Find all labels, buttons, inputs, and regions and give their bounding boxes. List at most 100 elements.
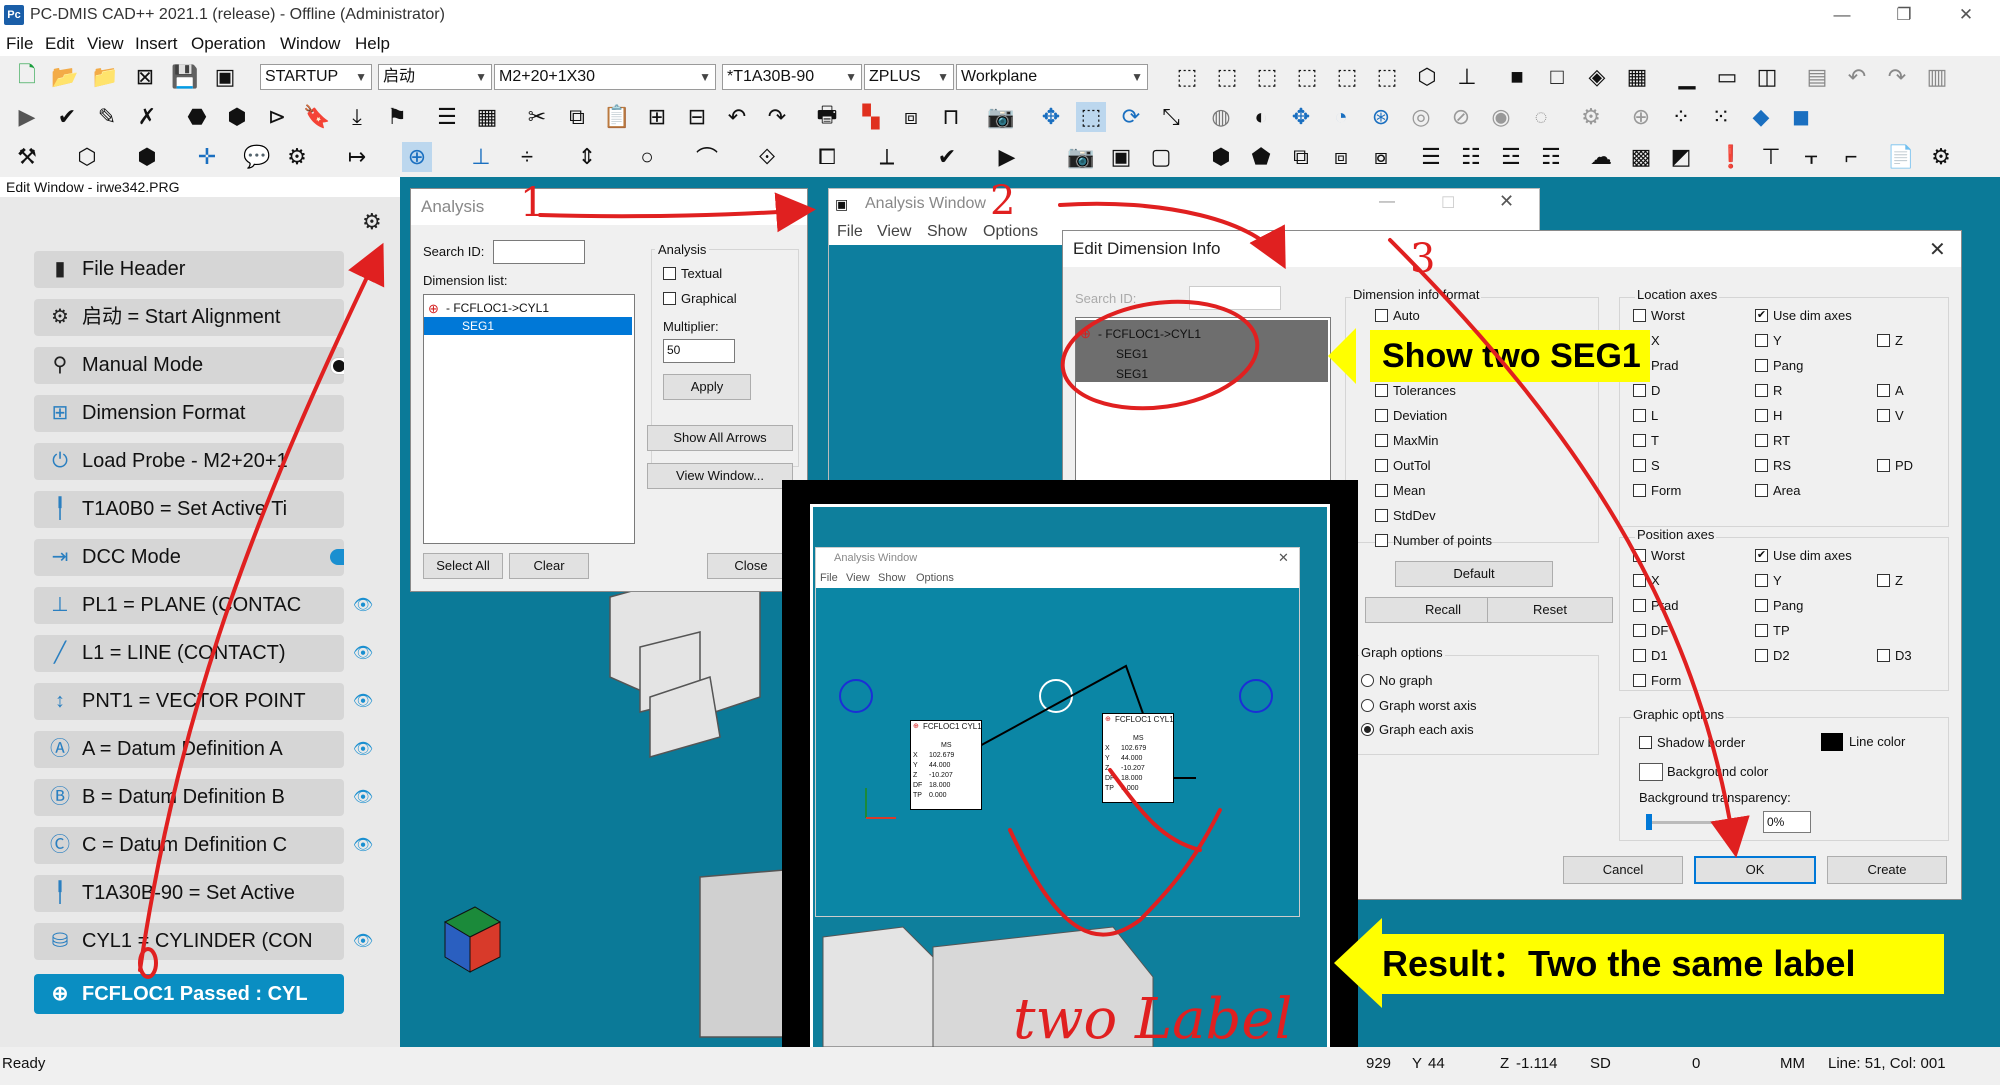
pin-icon[interactable]: ⊓ xyxy=(936,102,966,132)
minimize-icon[interactable]: — xyxy=(1379,193,1395,211)
wrench-icon[interactable]: ⚒ xyxy=(12,142,42,172)
graph-each-axis-radio[interactable] xyxy=(1361,723,1374,736)
move-icon[interactable]: ✥ xyxy=(1286,102,1316,132)
crosshair-icon[interactable]: ✛ xyxy=(192,142,222,172)
axis-checkbox[interactable] xyxy=(1877,334,1890,347)
section-icon[interactable]: ◩ xyxy=(1666,142,1696,172)
axis-checkbox[interactable] xyxy=(1633,459,1646,472)
tree-parent[interactable]: - FCFLOC1->CYL1 xyxy=(1098,324,1201,344)
stack-edit-icon[interactable]: ☷ xyxy=(1456,142,1486,172)
gears-icon[interactable]: ⚙ xyxy=(282,142,312,172)
tile-icon[interactable]: ▥ xyxy=(1922,62,1952,92)
aw-menu-view[interactable]: View xyxy=(877,223,911,241)
target-icon[interactable]: ⊕ xyxy=(1626,102,1656,132)
probe-change-icon[interactable]: ⬡ xyxy=(72,142,102,172)
arrow-right-icon[interactable]: ↦ xyxy=(342,142,372,172)
axis-checkbox[interactable] xyxy=(1755,599,1768,612)
no-graph-radio[interactable] xyxy=(1361,674,1374,687)
multiplier-input[interactable]: 50 xyxy=(663,339,735,363)
background-color-swatch[interactable] xyxy=(1639,763,1663,781)
axis-checkbox[interactable] xyxy=(1633,624,1646,637)
cube-view-icon[interactable]: ⬚ xyxy=(1292,62,1322,92)
stack-chart-icon[interactable]: ☶ xyxy=(1536,142,1566,172)
solid-part-icon[interactable]: ⬢ xyxy=(1206,142,1236,172)
color-icon[interactable]: ▚ xyxy=(856,102,886,132)
eye-icon[interactable]: 👁 xyxy=(352,835,374,857)
redo-view-icon[interactable]: ↷ xyxy=(1882,62,1912,92)
tree-child-seg1-second[interactable]: SEG1 xyxy=(1116,364,1148,384)
menu-help[interactable]: Help xyxy=(355,34,390,54)
mesh-icon[interactable]: ▩ xyxy=(1626,142,1656,172)
probe-down-icon[interactable]: ⊥ xyxy=(1452,62,1482,92)
inset-menu-options[interactable]: Options xyxy=(916,572,954,584)
solid-cube-icon[interactable]: ■ xyxy=(1502,62,1532,92)
part-copy-icon[interactable]: ⧉ xyxy=(1286,142,1316,172)
snapshot-icon[interactable]: 📷 xyxy=(1066,142,1096,172)
edit-item-cylinder[interactable]: ⛁ CYL1 = CYLINDER (CON xyxy=(34,923,344,960)
menu-insert[interactable]: Insert xyxy=(135,34,178,54)
hit-icon[interactable]: ◌ xyxy=(1526,102,1556,132)
clamp-icon[interactable]: ⊤ xyxy=(1756,142,1786,172)
eye-icon[interactable]: 👁 xyxy=(352,643,374,665)
search-id-input[interactable] xyxy=(493,240,585,264)
exclamation-icon[interactable]: ❗ xyxy=(1716,142,1746,172)
workplane-combo[interactable]: Workplane ▼ xyxy=(956,64,1148,90)
globe-icon[interactable]: ◐ xyxy=(1246,102,1276,132)
outtol-checkbox[interactable] xyxy=(1375,459,1388,472)
aw-menu-show[interactable]: Show xyxy=(927,223,967,241)
edit-item-start-alignment[interactable]: ⚙ 启动 = Start Alignment xyxy=(34,299,344,336)
axis-checkbox[interactable] xyxy=(1755,484,1768,497)
cloud-op-icon[interactable]: ⁙ xyxy=(1706,102,1736,132)
line-color-swatch[interactable] xyxy=(1821,733,1843,751)
minimize-view-icon[interactable]: ▁ xyxy=(1672,62,1702,92)
check-mark-icon[interactable]: ✔ xyxy=(932,142,962,172)
edit-item-set-active-tip-1[interactable]: ╿ T1A0B0 = Set Active Ti xyxy=(34,491,344,528)
paste-special-icon[interactable]: ⊞ xyxy=(642,102,672,132)
transparency-input[interactable]: 0% xyxy=(1763,811,1811,833)
cube-view-icon[interactable]: ⬚ xyxy=(1172,62,1202,92)
edit-item-set-active-tip-2[interactable]: ╿ T1A30B-90 = Set Active xyxy=(34,875,344,912)
fixture-icon[interactable]: ⫟ xyxy=(1796,142,1826,172)
paste-icon[interactable]: 📋 xyxy=(602,102,632,132)
graphical-checkbox[interactable] xyxy=(663,292,676,305)
report-icon[interactable]: 📄 xyxy=(1886,142,1916,172)
restore-button[interactable]: ❐ xyxy=(1882,2,1926,28)
sphere-icon[interactable]: ◍ xyxy=(1206,102,1236,132)
manual-mode-toggle[interactable] xyxy=(330,357,344,375)
set-icon[interactable]: ⧠ xyxy=(812,142,842,172)
restore-view-icon[interactable]: ◫ xyxy=(1752,62,1782,92)
number-of-points-checkbox[interactable] xyxy=(1375,534,1388,547)
divide-icon[interactable]: ÷ xyxy=(512,142,542,172)
undo-icon[interactable]: ↶ xyxy=(722,102,752,132)
show-all-arrows-button[interactable]: Show All Arrows xyxy=(647,425,793,451)
translate-icon[interactable]: ✥ xyxy=(1036,102,1066,132)
list-icon[interactable]: ☰ xyxy=(432,102,462,132)
undo-view-icon[interactable]: ↶ xyxy=(1842,62,1872,92)
arc-icon[interactable]: ⌒ xyxy=(692,142,722,172)
mean-checkbox[interactable] xyxy=(1375,484,1388,497)
axis-checkbox[interactable]: ✔ xyxy=(1755,309,1768,322)
gear-icon[interactable]: ⚙ xyxy=(362,209,382,235)
textual-checkbox[interactable] xyxy=(663,267,676,280)
dimension-icon[interactable]: ⟂ xyxy=(872,142,902,172)
dimension-list[interactable]: ⊕ - FCFLOC1->CYL1 SEG1 xyxy=(423,294,635,544)
clear-button[interactable]: Clear xyxy=(509,553,589,579)
circle-icon[interactable]: ○ xyxy=(632,142,662,172)
close-icon[interactable]: ✕ xyxy=(1499,191,1514,212)
close-icon[interactable]: ✕ xyxy=(1929,237,1946,262)
view-window-button[interactable]: View Window... xyxy=(647,463,793,489)
unmark-icon[interactable]: ✗ xyxy=(132,102,162,132)
transparency-slider-track[interactable] xyxy=(1647,821,1747,824)
maximize-view-icon[interactable]: ▭ xyxy=(1712,62,1742,92)
box-select-icon[interactable]: ⬚ xyxy=(1076,102,1106,132)
axis-checkbox[interactable] xyxy=(1755,434,1768,447)
settings-icon[interactable]: ⚙ xyxy=(1576,102,1606,132)
close-icon[interactable]: ✕ xyxy=(1278,550,1289,566)
folder-icon[interactable]: 📁 xyxy=(90,62,120,92)
axis-checkbox[interactable] xyxy=(1633,309,1646,322)
cancel-button[interactable]: Cancel xyxy=(1563,856,1683,884)
cube-view-icon[interactable]: ⬚ xyxy=(1372,62,1402,92)
datum-target-icon[interactable]: ⊕ xyxy=(402,142,432,172)
eye-icon[interactable]: 👁 xyxy=(352,787,374,809)
maxmin-checkbox[interactable] xyxy=(1375,434,1388,447)
